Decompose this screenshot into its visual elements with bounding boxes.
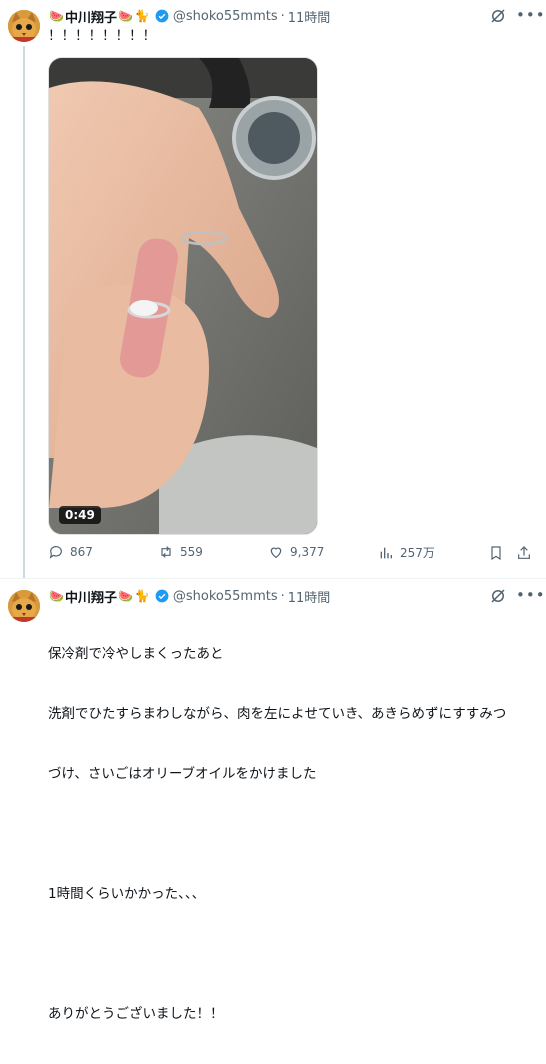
- cat-avatar-icon: [8, 590, 40, 622]
- user-handle[interactable]: @shoko55mmts: [173, 9, 278, 24]
- cat-avatar-icon: [8, 10, 40, 42]
- thread-line: [23, 46, 25, 578]
- grok-icon[interactable]: [489, 7, 507, 25]
- text-line: 洗剤でひたすらまわしながら、肉を左によせていき、あきらめずにすすみつ: [48, 706, 507, 722]
- user-handle[interactable]: @shoko55mmts: [173, 589, 278, 604]
- separator-dot: ·: [280, 588, 285, 604]
- more-icon[interactable]: •••: [516, 6, 546, 24]
- tweet-actions: 867 559 9,377 257万: [48, 544, 536, 564]
- watermelon-icon: 🍉: [49, 9, 64, 23]
- retweet-icon: [161, 546, 171, 558]
- grok-icon[interactable]: [489, 587, 507, 605]
- heart-icon: [270, 547, 282, 559]
- tweet-text: 保冷剤で冷やしまくったあと 洗剤でひたすらまわしながら、肉を左によせていき、あき…: [48, 604, 506, 1064]
- retweet-button[interactable]: 559: [158, 544, 203, 560]
- video-player[interactable]: 0:49: [48, 57, 318, 535]
- video-duration: 0:49: [59, 506, 101, 524]
- avatar[interactable]: [8, 10, 40, 42]
- more-icon[interactable]: •••: [516, 586, 546, 604]
- reply-icon: [49, 546, 62, 559]
- display-name[interactable]: 中川翔子: [65, 7, 117, 26]
- watermelon-icon: 🍉: [49, 589, 64, 603]
- tweet-divider: [0, 578, 546, 579]
- text-line: [48, 944, 506, 964]
- retweet-count: 559: [180, 545, 203, 559]
- like-button[interactable]: 9,377: [268, 544, 324, 560]
- tweet-header: 🍉 中川翔子 🍉 🐈 @shoko55mmts · 11時間: [48, 586, 330, 606]
- reply-button[interactable]: 867: [48, 544, 93, 560]
- avatar[interactable]: [8, 590, 40, 622]
- like-count: 9,377: [290, 545, 325, 559]
- share-icon[interactable]: [516, 545, 532, 561]
- separator-dot: ·: [280, 8, 285, 24]
- watermelon-icon: 🍉: [117, 589, 133, 603]
- display-name[interactable]: 中川翔子: [65, 587, 117, 606]
- views-icon: [380, 547, 392, 558]
- text-line: づけ、さいごはオリーブオイルをかけました: [48, 766, 317, 782]
- text-line: ありがとうございました！！: [48, 1006, 224, 1022]
- watermelon-icon: 🍉: [117, 9, 133, 23]
- black-cat-icon: 🐈: [134, 9, 150, 23]
- black-cat-icon: 🐈: [134, 589, 150, 603]
- views-count: 257万: [400, 546, 435, 560]
- timestamp[interactable]: 11時間: [288, 587, 331, 606]
- text-line: [48, 824, 506, 844]
- verified-badge-icon: [155, 589, 169, 603]
- tweet-header: 🍉 中川翔子 🍉 🐈 @shoko55mmts · 11時間: [48, 6, 330, 26]
- tweet-text: ！！！！！！！！: [48, 28, 156, 44]
- bookmark-icon[interactable]: [488, 545, 504, 561]
- views-button[interactable]: 257万: [378, 544, 435, 561]
- video-thumbnail-image: [49, 58, 317, 534]
- text-line: 保冷剤で冷やしまくったあと: [48, 646, 224, 662]
- text-line: 1時間くらいかかった、、、: [48, 886, 206, 902]
- verified-badge-icon: [155, 9, 169, 23]
- timestamp[interactable]: 11時間: [288, 7, 331, 26]
- reply-count: 867: [70, 545, 93, 559]
